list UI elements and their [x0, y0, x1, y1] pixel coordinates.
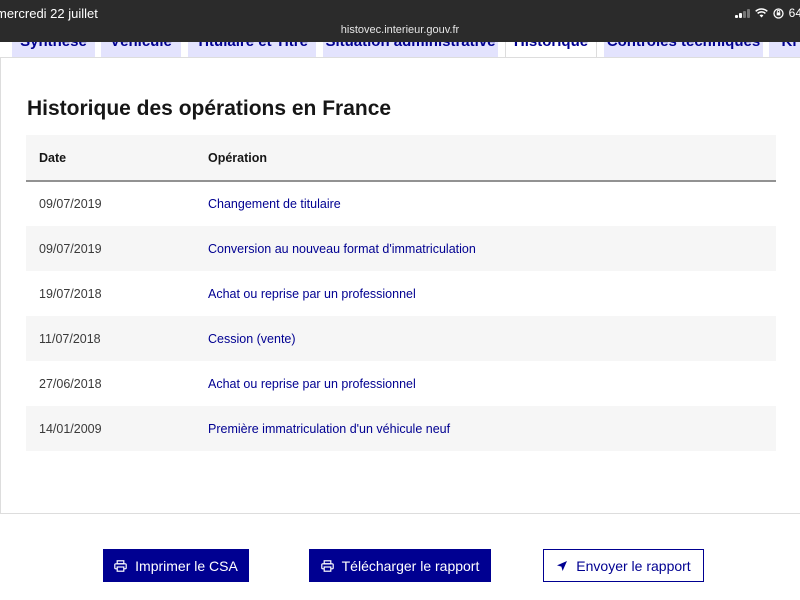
tab-historique[interactable]: Historique — [505, 42, 597, 57]
table-row: 09/07/2019 Conversion au nouveau format … — [26, 226, 776, 271]
status-bar: mercredi 22 juillet histovec.interieur.g… — [0, 0, 800, 42]
report-actions: Imprimer le CSA Télécharger le rapport E… — [0, 514, 800, 600]
row-date: 27/06/2018 — [39, 376, 102, 391]
row-operation: Cession (vente) — [208, 316, 776, 361]
history-panel: Historique des opérations en France Date… — [0, 57, 800, 514]
download-report-label: Télécharger le rapport — [341, 557, 480, 574]
row-operation: Conversion au nouveau format d'immatricu… — [208, 226, 776, 271]
tab-vehicule[interactable]: Véhicule — [101, 42, 181, 57]
table-row: 14/01/2009 Première immatriculation d'un… — [26, 406, 776, 451]
tab-synthese[interactable]: Synthèse — [12, 42, 95, 57]
column-operation: Opération — [208, 135, 776, 182]
row-operation: Première immatriculation d'un véhicule n… — [208, 406, 776, 451]
table-row: 27/06/2018 Achat ou reprise par un profe… — [26, 361, 776, 406]
print-csa-button[interactable]: Imprimer le CSA — [103, 549, 249, 582]
status-indicators: 64 — [734, 6, 800, 20]
tab-situation-administrative[interactable]: Situation administrative — [323, 42, 498, 57]
address-url[interactable]: histovec.interieur.gouv.fr — [0, 24, 800, 36]
page-title: Historique des opérations en France — [27, 97, 392, 120]
row-date: 09/07/2019 — [26, 226, 208, 271]
print-csa-label: Imprimer le CSA — [135, 557, 238, 574]
wifi-icon — [754, 8, 768, 18]
rotation-lock-icon — [772, 7, 784, 19]
tab-overflow[interactable]: Ki — [769, 42, 800, 57]
tab-controles-techniques[interactable]: Contrôles techniques — [604, 42, 763, 57]
row-date: 19/07/2018 — [39, 286, 102, 301]
row-operation: Achat ou reprise par un professionnel — [208, 286, 416, 301]
status-time: mercredi 22 juillet — [0, 6, 98, 21]
cellular-signal-icon — [734, 8, 750, 18]
row-operation: Changement de titulaire — [208, 197, 341, 211]
row-operation: Achat ou reprise par un professionnel — [208, 376, 416, 391]
printer-icon — [320, 559, 334, 572]
row-date: 14/01/2009 — [26, 406, 208, 451]
table-row: 11/07/2018 Cession (vente) — [26, 316, 776, 361]
row-date: 09/07/2019 — [39, 197, 102, 211]
table-row: 19/07/2018 Achat ou reprise par un profe… — [26, 271, 776, 316]
download-report-button[interactable]: Télécharger le rapport — [309, 549, 491, 582]
battery-level: 64 — [788, 6, 800, 20]
tab-bar: Synthèse Véhicule Titulaire et Titre Sit… — [0, 42, 800, 57]
column-date: Date — [26, 135, 208, 182]
send-report-label: Envoyer le rapport — [576, 557, 691, 574]
tab-titulaire[interactable]: Titulaire et Titre — [188, 42, 316, 57]
send-arrow-icon — [556, 560, 568, 572]
printer-icon — [114, 559, 127, 572]
row-date: 11/07/2018 — [26, 316, 208, 361]
operations-table: Date Opération 09/07/2019 Changement de … — [26, 135, 776, 451]
table-header-row: Date Opération — [26, 135, 776, 182]
send-report-button[interactable]: Envoyer le rapport — [543, 549, 704, 582]
table-row: 09/07/2019 Changement de titulaire — [26, 181, 776, 226]
